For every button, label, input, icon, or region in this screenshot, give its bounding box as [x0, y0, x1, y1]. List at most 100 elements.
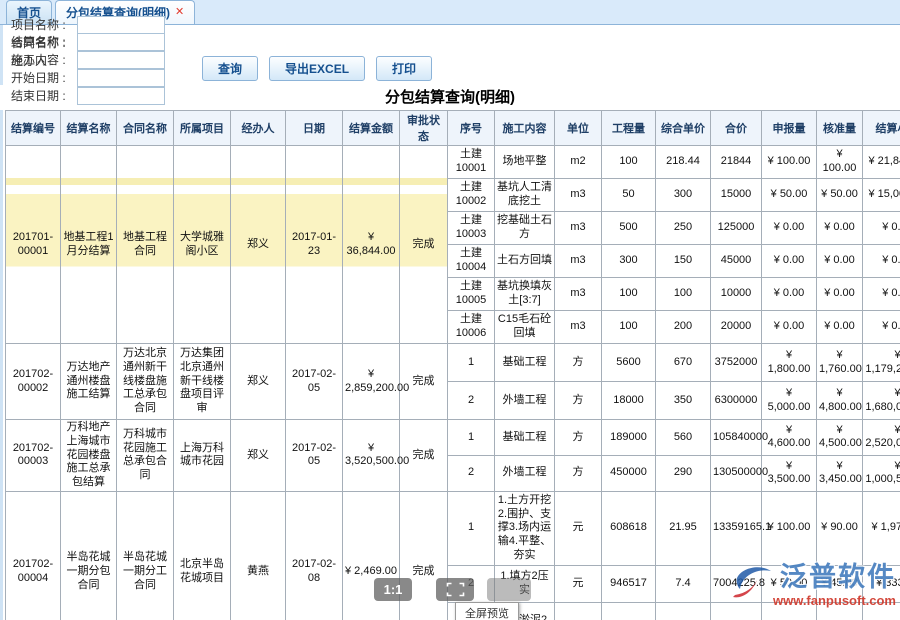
approved-qty-cell: ¥ 4,800.00 — [817, 382, 863, 420]
amount-cell: ¥ 36,844.00 — [343, 146, 400, 344]
declared-qty-cell: ¥ 50.00 — [762, 565, 817, 602]
print-button[interactable]: 打印 — [376, 56, 432, 81]
export-excel-button[interactable]: 导出EXCEL — [269, 56, 365, 81]
approved-qty-cell: ¥ 1,760.00 — [817, 344, 863, 382]
settlement-no-cell: 201701-00001 — [6, 146, 61, 344]
content-cell: 外墙工程 — [495, 382, 555, 420]
quantity-cell: 500 — [602, 212, 656, 245]
declared-qty-cell: ¥ 0.00 — [762, 311, 817, 344]
zoom-actual-size-button[interactable]: 1:1 — [374, 578, 412, 601]
settlement-name-cell: 地基工程1月分结算 — [61, 146, 117, 344]
unit-cell: m3 — [555, 245, 602, 278]
unit-cell: 元 — [555, 602, 602, 620]
total-price-cell: 13359165.1 — [711, 491, 762, 565]
declared-qty-cell: ¥ 50.00 — [762, 179, 817, 212]
unit-price-cell: 150 — [656, 245, 711, 278]
approved-qty-cell: ¥ 90.00 — [817, 491, 863, 565]
table-row[interactable]: 201702-00004半岛花城一期分包合同半岛花城一期分工合同北京半岛花城项目… — [6, 491, 900, 565]
approved-qty-cell: ¥ 45.00 — [817, 565, 863, 602]
start-date-input[interactable] — [77, 69, 165, 87]
settlement-name-input[interactable] — [77, 33, 165, 51]
declared-qty-cell: ¥ 4,600.00 — [762, 420, 817, 456]
total-price-cell: 3752000 — [711, 344, 762, 382]
subtotal-cell: ¥ 0.00 — [863, 278, 900, 311]
filter-field-settlement-name: 结算名称 : — [11, 33, 165, 51]
approved-qty-cell: ¥ 50.00 — [817, 179, 863, 212]
project-name-cell: 北京半岛花城项目 — [174, 491, 231, 620]
total-price-cell: 10000 — [711, 278, 762, 311]
filter-panel: 项目名称 :合同名称 :经办人 : 结算名称 :施工内容 :开始日期 :结束日期… — [0, 25, 900, 85]
table-row[interactable]: 201701-00001地基工程1月分结算地基工程合同大学城雅阁小区郑义2017… — [6, 146, 900, 179]
column-header: 合价 — [711, 111, 762, 146]
zoom-fit-button[interactable] — [487, 578, 531, 601]
contract-name-cell: 半岛花城一期分工合同 — [117, 491, 174, 620]
project-name-cell: 万达集团北京通州新干线楼盘项目评审 — [174, 344, 231, 420]
column-header: 核准量 — [817, 111, 863, 146]
unit-price-cell: 10.7 — [656, 602, 711, 620]
column-header: 结算编号 — [6, 111, 61, 146]
seq-cell: 土建10003 — [448, 212, 495, 245]
content-cell: C15毛石砼回填 — [495, 311, 555, 344]
unit-cell: 方 — [555, 455, 602, 491]
settlement-no-cell: 201702-00004 — [6, 491, 61, 620]
subtotal-cell: ¥ 1,975.50 — [863, 491, 900, 565]
fullscreen-preview-button[interactable] — [436, 578, 474, 601]
seq-cell: 土建10004 — [448, 245, 495, 278]
quantity-cell: 50 — [602, 179, 656, 212]
app-window: 首页 分包结算查询(明细) ✕ 项目名称 :合同名称 :经办人 : 结算名称 :… — [0, 0, 900, 620]
seq-cell: 土建10001 — [448, 146, 495, 179]
subtotal-cell: ¥ 0.00 — [863, 311, 900, 344]
column-header: 施工内容 — [495, 111, 555, 146]
unit-cell: m3 — [555, 278, 602, 311]
end-date-input[interactable] — [77, 87, 165, 105]
filter-field-project-name: 项目名称 : — [11, 16, 165, 34]
unit-price-cell: 250 — [656, 212, 711, 245]
filter-field-start-date: 开始日期 : — [11, 69, 165, 87]
declared-qty-cell: ¥ 100.00 — [762, 146, 817, 179]
quantity-cell: 18000 — [602, 382, 656, 420]
status-cell: 完成 — [400, 146, 448, 344]
unit-cell: 元 — [555, 565, 602, 602]
table-row[interactable]: 201702-00003万科地产上海城市花园楼盘施工总承包结算万科城市花园施工总… — [6, 420, 900, 456]
table-row[interactable]: 201702-00002万达地产通州楼盘施工结算万达北京通州新干线楼盘施工总承包… — [6, 344, 900, 382]
quantity-cell: 608618 — [602, 491, 656, 565]
settlement-name-label: 结算名称 : — [11, 33, 73, 50]
handler-cell: 黄燕 — [231, 491, 286, 620]
subtotal-cell: ¥ 1,000,500.00 — [863, 455, 900, 491]
subtotal-cell: ¥ 2,520,000.00 — [863, 420, 900, 456]
project-name-input[interactable] — [77, 16, 165, 34]
subtotal-cell: ¥ 21,844.00 — [863, 146, 900, 179]
subtotal-cell: ¥ 0.00 — [863, 245, 900, 278]
content-cell: 基坑换填灰土[3:7] — [495, 278, 555, 311]
total-price-cell: 15000 — [711, 179, 762, 212]
declared-qty-cell: ¥ 0.00 — [762, 245, 817, 278]
content-cell: 场地平整 — [495, 146, 555, 179]
unit-price-cell: 200 — [656, 311, 711, 344]
column-header: 审批状态 — [400, 111, 448, 146]
column-header: 日期 — [286, 111, 343, 146]
total-price-cell: 20000 — [711, 311, 762, 344]
approved-qty-cell: ¥ 4,500.00 — [817, 420, 863, 456]
total-price-cell: 6300000 — [711, 382, 762, 420]
seq-cell: 2 — [448, 455, 495, 491]
subtotal-cell: ¥ 160.50 — [863, 602, 900, 620]
subtotal-cell: ¥ 333.00 — [863, 565, 900, 602]
declared-qty-cell: ¥ 0.00 — [762, 212, 817, 245]
quantity-cell: 189000 — [602, 420, 656, 456]
total-price-cell: 21844 — [711, 146, 762, 179]
construction-content-input[interactable] — [77, 51, 165, 69]
quantity-cell: 100 — [602, 278, 656, 311]
query-button[interactable]: 查询 — [202, 56, 258, 81]
contract-name-cell: 万科城市花园施工总承包合同 — [117, 420, 174, 492]
content-cell: 1.土方开挖2.围护、支撑3.场内运输4.平整、夯实 — [495, 491, 555, 565]
filter-field-end-date: 结束日期 : — [11, 87, 165, 105]
approved-qty-cell: ¥ 3,450.00 — [817, 455, 863, 491]
quantity-cell: 450000 — [602, 455, 656, 491]
declared-qty-cell: ¥ 3,500.00 — [762, 455, 817, 491]
column-header: 结算小计 — [863, 111, 900, 146]
subtotal-cell: ¥ 0.00 — [863, 212, 900, 245]
unit-cell: m3 — [555, 311, 602, 344]
start-date-label: 开始日期 : — [11, 69, 73, 86]
total-price-cell: 7004225.8 — [711, 565, 762, 602]
column-header: 结算名称 — [61, 111, 117, 146]
